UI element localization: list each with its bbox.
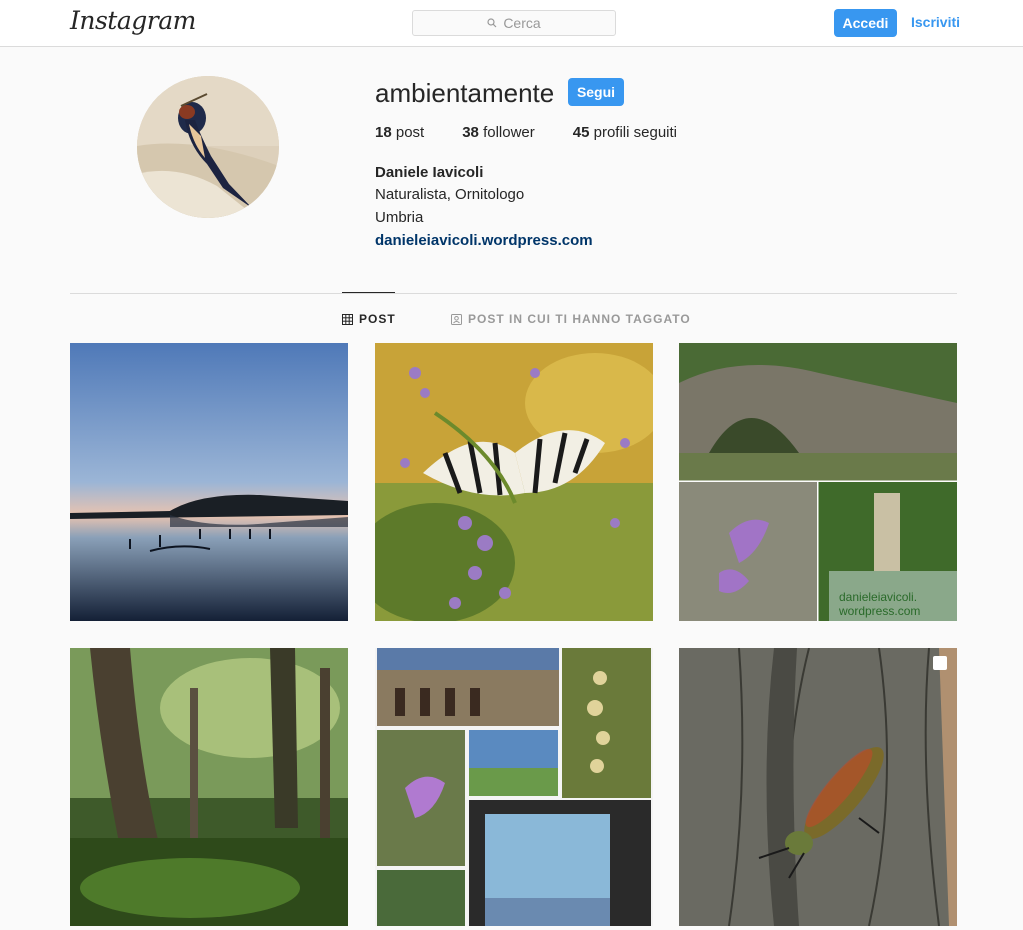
profile-full-name: Daniele Iavicoli: [375, 164, 484, 181]
post-thumbnail-collage-abbey[interactable]: [375, 648, 653, 926]
abbey-collage-photo: [375, 648, 653, 926]
watermark-text-1: danieleiavicoli.: [839, 590, 917, 604]
swallow-photo: [137, 76, 279, 218]
post-thumbnail-forest[interactable]: [70, 648, 348, 926]
grid-icon: [342, 313, 353, 325]
following-count: 45: [572, 124, 590, 141]
post-thumbnail-collage-bridge[interactable]: danieleiavicoli. wordpress.com: [679, 343, 957, 621]
post-thumbnail-lake-sunset[interactable]: [70, 343, 348, 621]
lake-sunset-photo: [70, 343, 348, 621]
profile-avatar[interactable]: [137, 76, 279, 218]
watermark-text-2: wordpress.com: [838, 604, 920, 618]
instagram-logo[interactable]: Instagram: [70, 6, 196, 35]
login-button[interactable]: Accedi: [834, 9, 897, 37]
posts-stat: 18 post: [375, 124, 424, 141]
multiple-photos-icon: [933, 656, 947, 670]
active-tab-indicator: [342, 292, 395, 293]
search-placeholder: Cerca: [503, 15, 541, 31]
profile-website-link[interactable]: danieleiavicoli.wordpress.com: [375, 232, 593, 249]
tab-posts[interactable]: POST: [342, 312, 396, 326]
followers-stat[interactable]: 38 follower: [462, 124, 535, 141]
profile-username: ambientamente: [375, 78, 555, 108]
following-label: profili seguiti: [593, 124, 677, 141]
followers-count: 38: [462, 124, 479, 141]
following-stat[interactable]: 45 profili seguiti: [573, 124, 677, 141]
post-thumbnail-butterfly[interactable]: [375, 343, 653, 621]
search-icon: [487, 18, 497, 28]
tagged-user-icon: [451, 313, 462, 325]
search-input[interactable]: Cerca: [412, 10, 616, 36]
profile-stats: 18 post 38 follower 45 profili seguiti: [375, 124, 677, 141]
tabs-divider: [70, 293, 957, 294]
posts-count: 18: [375, 124, 392, 141]
signup-link[interactable]: Iscriviti: [911, 14, 960, 30]
posts-label: post: [395, 124, 425, 141]
beetle-wood-photo: [679, 648, 957, 926]
forest-photo: [70, 648, 348, 926]
butterfly-lavender-photo: [375, 343, 653, 621]
profile-bio-line: Umbria: [375, 209, 424, 226]
followers-label: follower: [483, 124, 535, 141]
profile-bio-line: Naturalista, Ornitologo: [375, 186, 525, 203]
follow-button[interactable]: Segui: [568, 78, 624, 106]
top-navbar: Instagram Cerca Accedi Iscriviti: [0, 0, 1023, 47]
tab-tagged-label: POST IN CUI TI HANNO TAGGATO: [468, 312, 691, 326]
tab-posts-label: POST: [359, 312, 396, 326]
bridge-collage-photo: danieleiavicoli. wordpress.com: [679, 343, 957, 621]
tab-tagged[interactable]: POST IN CUI TI HANNO TAGGATO: [451, 312, 691, 326]
post-thumbnail-beetle[interactable]: [679, 648, 957, 926]
